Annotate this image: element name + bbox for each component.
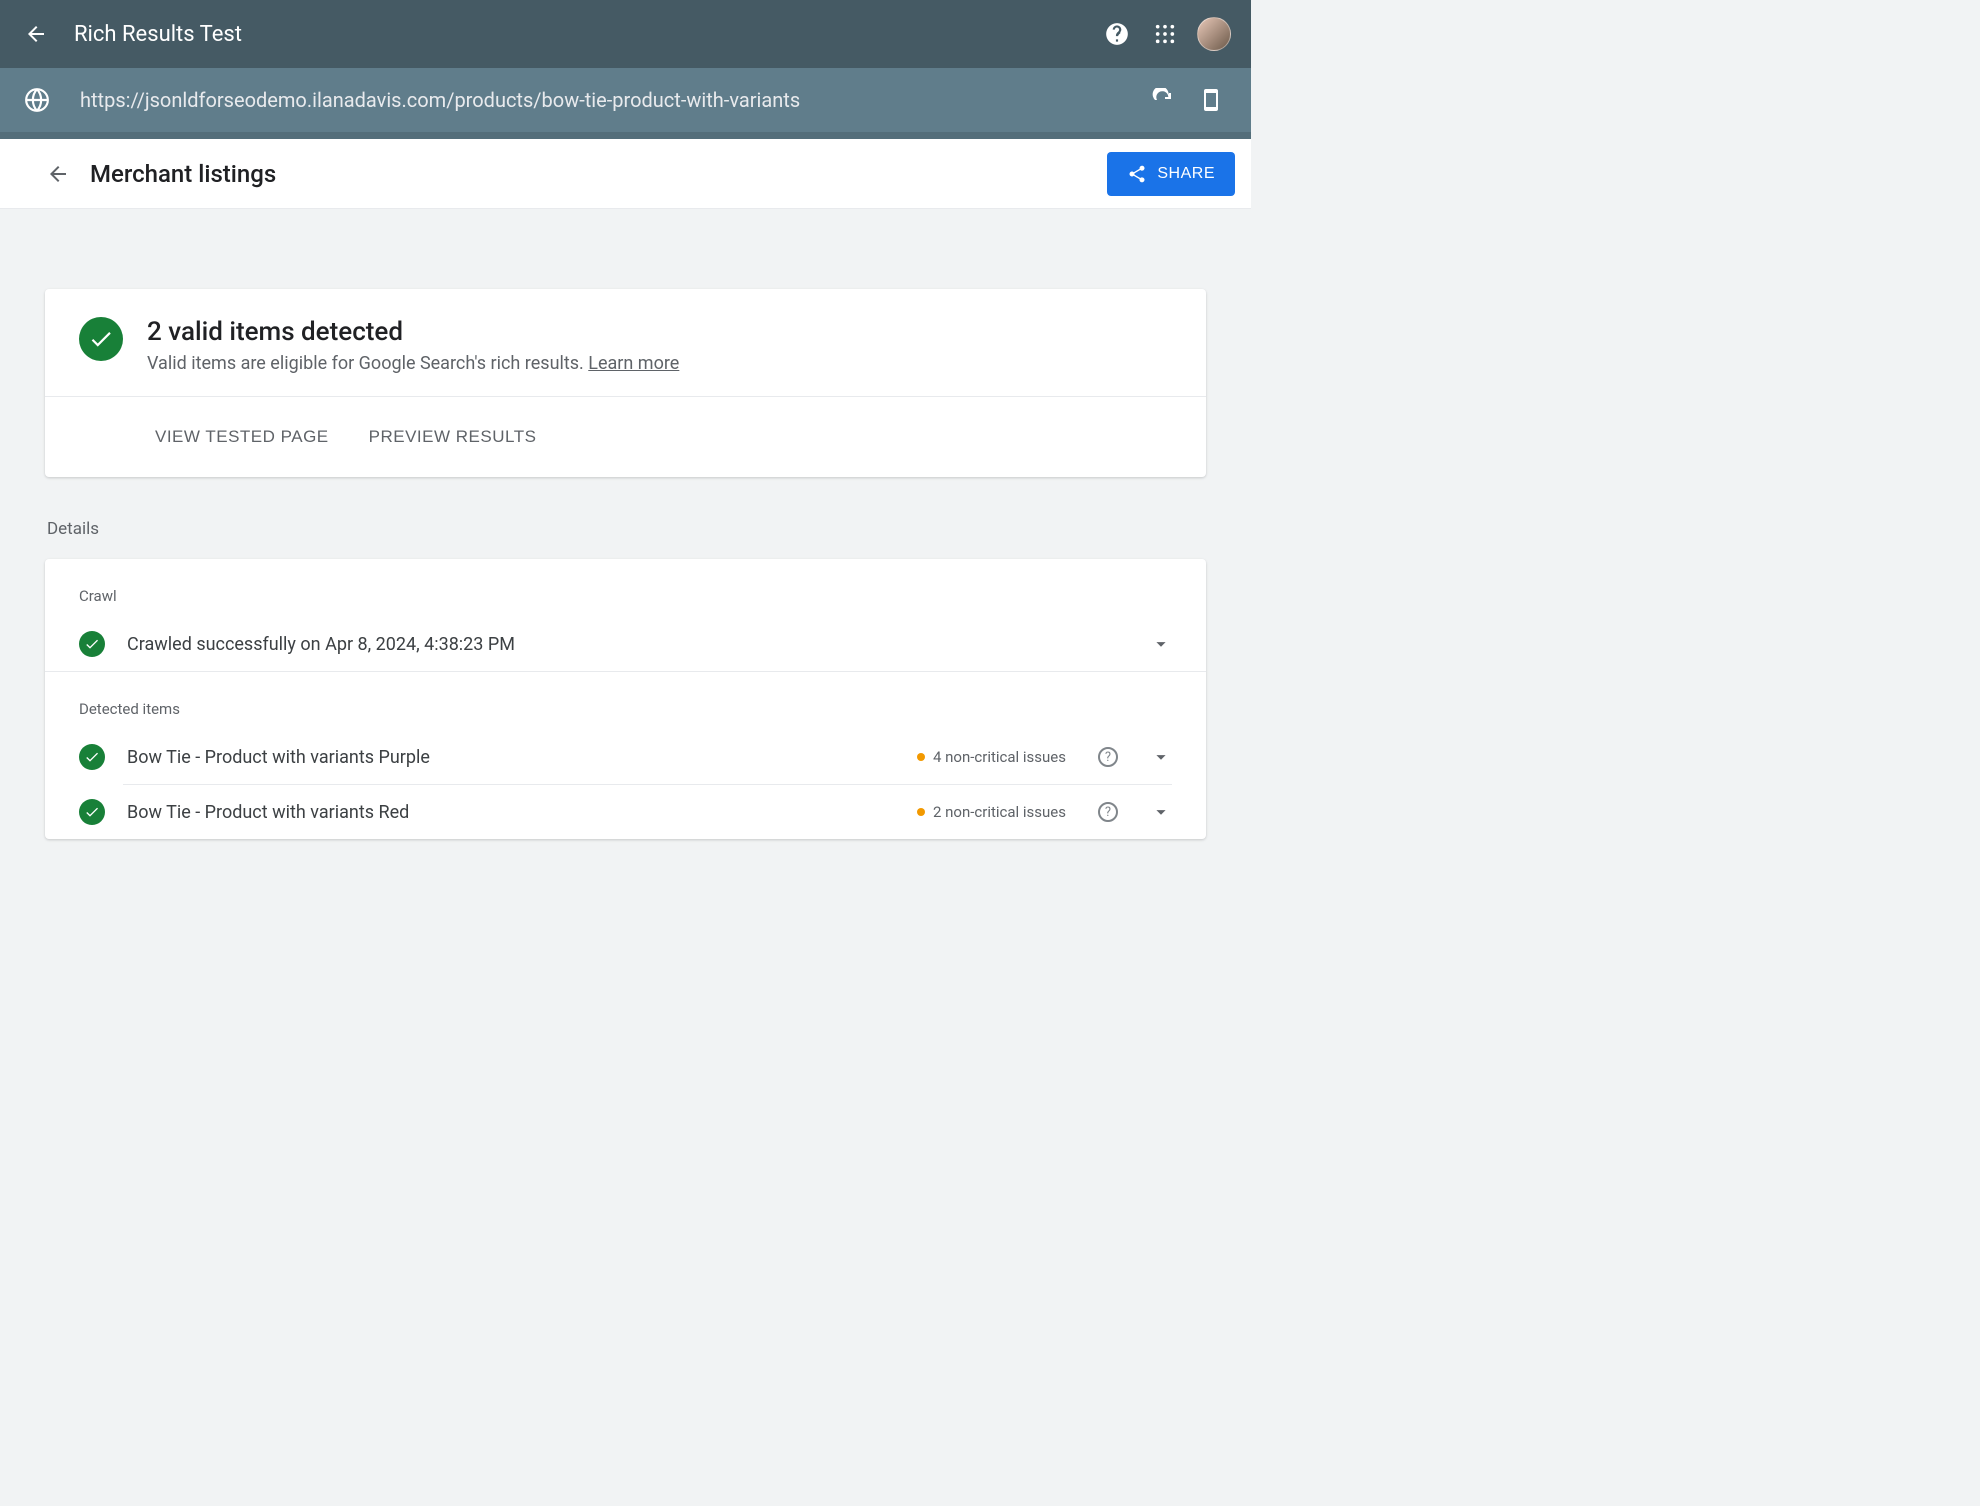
help-icon[interactable]: ?: [1098, 747, 1118, 767]
crawl-status-row[interactable]: Crawled successfully on Apr 8, 2024, 4:3…: [45, 617, 1206, 671]
learn-more-link[interactable]: Learn more: [588, 353, 679, 374]
summary-card: 2 valid items detected Valid items are e…: [45, 289, 1206, 477]
help-icon[interactable]: ?: [1098, 802, 1118, 822]
summary-headline: 2 valid items detected: [147, 317, 679, 347]
details-section-label: Details: [45, 519, 1206, 539]
main-content: 2 valid items detected Valid items are e…: [0, 209, 1251, 859]
warning-dot-icon: [917, 753, 925, 761]
crawl-group-label: Crawl: [45, 559, 1206, 617]
view-tested-page-button[interactable]: VIEW TESTED PAGE: [151, 419, 333, 455]
tested-url[interactable]: https://jsonldforseodemo.ilanadavis.com/…: [80, 88, 1135, 112]
arrow-back-icon: [46, 162, 70, 186]
sub-back-button[interactable]: [38, 154, 78, 194]
share-button[interactable]: SHARE: [1107, 152, 1235, 196]
user-avatar[interactable]: [1197, 17, 1231, 51]
issues-text: 2 non-critical issues: [933, 803, 1066, 821]
preview-results-button[interactable]: PREVIEW RESULTS: [365, 419, 541, 455]
item-issues: 4 non-critical issues: [917, 748, 1066, 766]
summary-subtext: Valid items are eligible for Google Sear…: [147, 353, 679, 374]
help-button[interactable]: [1097, 14, 1137, 54]
divider-bar: [0, 132, 1251, 139]
smartphone-icon: [1199, 88, 1223, 112]
chevron-down-icon: [1150, 633, 1172, 655]
item-issues: 2 non-critical issues: [917, 803, 1066, 821]
url-bar: https://jsonldforseodemo.ilanadavis.com/…: [0, 68, 1251, 132]
apps-icon: [1154, 23, 1176, 45]
crawl-status-text: Crawled successfully on Apr 8, 2024, 4:3…: [127, 634, 1118, 655]
warning-dot-icon: [917, 808, 925, 816]
check-icon: [79, 317, 123, 361]
apps-button[interactable]: [1145, 14, 1185, 54]
summary-row: 2 valid items detected Valid items are e…: [45, 289, 1206, 397]
summary-actions: VIEW TESTED PAGE PREVIEW RESULTS: [45, 397, 1206, 477]
page-title: Merchant listings: [90, 160, 276, 188]
check-icon: [79, 631, 105, 657]
chevron-down-icon: [1150, 746, 1172, 768]
share-icon: [1127, 164, 1147, 184]
help-icon: [1104, 21, 1130, 47]
check-icon: [79, 799, 105, 825]
detected-item-name: Bow Tie - Product with variants Red: [127, 802, 895, 823]
refresh-icon: [1151, 88, 1175, 112]
page-sub-header: Merchant listings SHARE: [0, 139, 1251, 209]
refresh-button[interactable]: [1143, 80, 1183, 120]
back-button[interactable]: [16, 14, 56, 54]
details-card: Crawl Crawled successfully on Apr 8, 202…: [45, 559, 1206, 839]
app-top-bar: Rich Results Test: [0, 0, 1251, 68]
detected-item-name: Bow Tie - Product with variants Purple: [127, 747, 895, 768]
detected-item-row[interactable]: Bow Tie - Product with variants Red 2 no…: [45, 785, 1206, 839]
app-title: Rich Results Test: [74, 22, 242, 47]
check-icon: [79, 744, 105, 770]
share-button-label: SHARE: [1157, 165, 1215, 183]
issues-text: 4 non-critical issues: [933, 748, 1066, 766]
detected-group-label: Detected items: [45, 672, 1206, 730]
device-button[interactable]: [1191, 80, 1231, 120]
arrow-back-icon: [24, 22, 48, 46]
chevron-down-icon: [1150, 801, 1172, 823]
globe-icon: [22, 85, 52, 115]
detected-item-row[interactable]: Bow Tie - Product with variants Purple 4…: [45, 730, 1206, 784]
